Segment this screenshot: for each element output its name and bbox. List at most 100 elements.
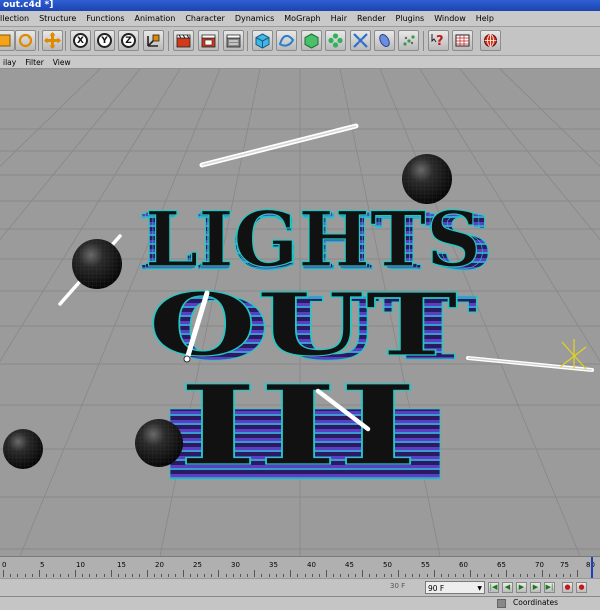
skip-back-icon: |◀: [489, 583, 498, 591]
move-tool-button[interactable]: [42, 30, 63, 51]
timeline-tick: [290, 570, 292, 577]
timeline-tick: [146, 570, 148, 577]
3d-viewport[interactable]: LIGHTS LIGHTS LIGHTS OUT OUT III: [0, 69, 600, 556]
timeline-tick: [397, 570, 399, 577]
chevron-down-icon: ▼: [477, 585, 482, 592]
timeline-tick-label: 20: [155, 561, 164, 569]
coordinates-panel-label[interactable]: Coordinates: [513, 598, 558, 607]
menu-item-mograph[interactable]: MoGraph: [280, 14, 326, 23]
timeline-tick-label: 25: [193, 561, 202, 569]
render-view-button[interactable]: [173, 30, 194, 51]
timeline-tick: [304, 574, 306, 577]
menu-item-hair[interactable]: Hair: [327, 14, 353, 23]
add-environment-button[interactable]: [374, 30, 395, 51]
timeline-tick: [232, 574, 234, 577]
add-array-button[interactable]: [325, 30, 346, 51]
timeline-tick: [211, 574, 213, 577]
sphere-bottom-center[interactable]: [135, 419, 183, 467]
timeline-tick: [53, 574, 55, 577]
render-settings-button[interactable]: [223, 30, 244, 51]
text-line-three: III: [178, 361, 418, 490]
timeline-tick: [426, 574, 428, 577]
sphere-top-right[interactable]: [402, 154, 452, 204]
x-axis-lock-button[interactable]: X: [70, 30, 91, 51]
menu-item-animation[interactable]: Animation: [131, 14, 182, 23]
status-bar: Coordinates: [0, 596, 600, 610]
menu-item-character[interactable]: Character: [181, 14, 231, 23]
timeline-tick: [433, 570, 435, 577]
timeline-tick: [519, 574, 521, 577]
add-nurbs-button[interactable]: [301, 30, 322, 51]
add-cube-button[interactable]: [252, 30, 273, 51]
timeline-tick: [376, 574, 378, 577]
timeline-tick: [534, 574, 536, 577]
timeline-tick: [189, 574, 191, 577]
menu-item-functions[interactable]: Functions: [82, 14, 130, 23]
grid-settings-button[interactable]: [452, 30, 473, 51]
timeline-tick: [563, 574, 565, 577]
timeline-tick: [268, 574, 270, 577]
go-to-start-button[interactable]: |◀: [488, 582, 499, 593]
rotate-tool-button[interactable]: [15, 30, 36, 51]
timeline-tick: [38, 570, 40, 577]
autokey-button[interactable]: ●: [576, 582, 587, 593]
viewport-menu-bar: ilay Filter View: [0, 56, 600, 69]
timeline-tick: [469, 570, 471, 577]
timeline-tick: [340, 574, 342, 577]
menu-item-structure[interactable]: Structure: [35, 14, 82, 23]
menu-item-render[interactable]: Render: [353, 14, 391, 23]
go-to-end-button[interactable]: ▶|: [544, 582, 555, 593]
help-cursor-button[interactable]: ?: [428, 30, 449, 51]
web-link-button[interactable]: [480, 30, 501, 51]
end-frame-field[interactable]: 90 F ▼: [425, 581, 485, 594]
viewport-scene: LIGHTS LIGHTS LIGHTS OUT OUT III: [0, 69, 600, 556]
play-button[interactable]: ▶: [516, 582, 527, 593]
z-axis-lock-button[interactable]: Z: [118, 30, 139, 51]
timeline-tick: [160, 574, 162, 577]
add-deformer-button[interactable]: [350, 30, 371, 51]
timeline-ruler[interactable]: 0 5 10 15 20 25 30 35 40 45 50 55 60 65 …: [0, 556, 600, 579]
timeline-tick: [67, 574, 69, 577]
key-icon: ●: [578, 583, 585, 591]
menu-item-plugins[interactable]: Plugins: [392, 14, 431, 23]
previous-frame-button[interactable]: ◀: [502, 582, 513, 593]
main-toolbar: X Y Z ?: [0, 27, 600, 56]
menu-item-help[interactable]: Help: [472, 14, 500, 23]
sphere-left[interactable]: [72, 239, 122, 289]
coordinate-system-icon: [147, 34, 160, 47]
viewport-menu-display[interactable]: ilay: [0, 58, 22, 67]
timeline-tick: [455, 574, 457, 577]
add-spline-button[interactable]: [276, 30, 297, 51]
timeline-tick: [283, 574, 285, 577]
y-axis-lock-button[interactable]: Y: [94, 30, 115, 51]
record-button[interactable]: ●: [562, 582, 573, 593]
start-frame-field[interactable]: 30 F: [390, 582, 405, 590]
record-icon: ●: [564, 583, 571, 591]
menu-item-dynamics[interactable]: Dynamics: [231, 14, 280, 23]
sphere-bottom-left[interactable]: [3, 429, 43, 469]
timeline-tick: [577, 570, 579, 577]
menu-item-selection[interactable]: llection: [0, 14, 35, 23]
viewport-menu-view[interactable]: View: [50, 58, 77, 67]
render-region-button[interactable]: [198, 30, 219, 51]
scale-tool-button[interactable]: [0, 30, 15, 51]
x-axis-label: X: [73, 33, 88, 48]
grid-table-icon: [455, 34, 470, 47]
timeline-tick-label: 40: [307, 561, 316, 569]
svg-text:?: ?: [436, 34, 444, 49]
viewport-menu-filter[interactable]: Filter: [22, 58, 50, 67]
scale-icon: [0, 34, 11, 47]
timeline-playhead[interactable]: [591, 557, 593, 579]
timeline-tick: [125, 574, 127, 577]
spline-icon: [278, 34, 295, 47]
timeline-tick-label: 10: [76, 561, 85, 569]
timeline-tick: [369, 574, 371, 577]
menu-item-window[interactable]: Window: [430, 14, 472, 23]
add-camera-button[interactable]: [398, 30, 419, 51]
timeline-tick: [24, 574, 26, 577]
nurbs-icon: [304, 33, 319, 49]
timeline-tick: [505, 570, 507, 577]
play-icon: ▶: [518, 583, 525, 591]
next-frame-button[interactable]: ▶: [530, 582, 541, 593]
coordinate-system-button[interactable]: [143, 30, 164, 51]
